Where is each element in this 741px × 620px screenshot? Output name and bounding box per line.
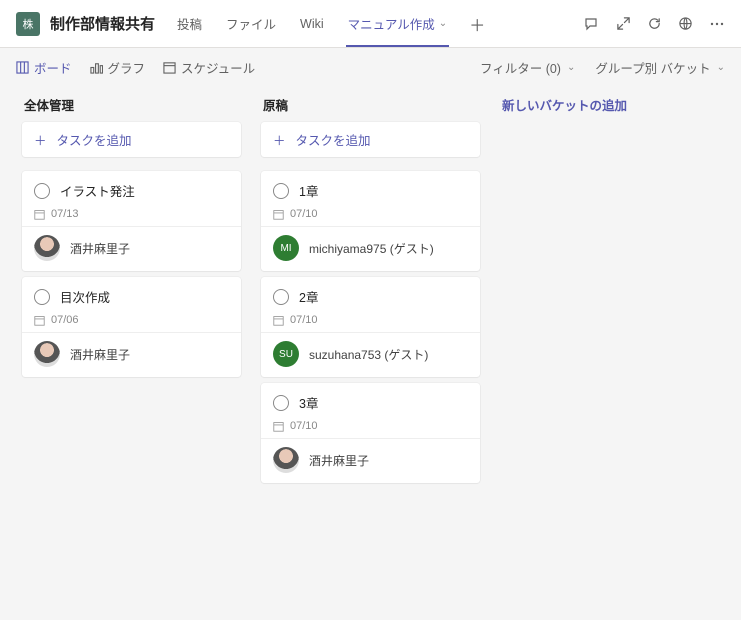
avatar: MI bbox=[273, 235, 299, 261]
view-label: グラフ bbox=[108, 58, 146, 77]
chevron-down-icon: ⌄ bbox=[717, 62, 725, 73]
assignee-name: suzuhana753 (ゲスト) bbox=[309, 346, 428, 363]
avatar bbox=[34, 235, 60, 261]
task-date: 07/10 bbox=[290, 314, 318, 326]
task-card[interactable]: 目次作成 07/06 酒井麻里子 bbox=[22, 277, 241, 377]
task-date: 07/10 bbox=[290, 420, 318, 432]
complete-circle[interactable] bbox=[273, 289, 289, 305]
task-date: 07/10 bbox=[290, 208, 318, 220]
task-title: 2章 bbox=[299, 287, 318, 306]
avatar: SU bbox=[273, 341, 299, 367]
team-avatar: 株 bbox=[16, 12, 40, 36]
group-label: グループ別 バケット bbox=[595, 58, 710, 77]
assignee-name: 酒井麻里子 bbox=[309, 452, 369, 469]
board-icon bbox=[16, 61, 29, 74]
reply-icon[interactable] bbox=[584, 16, 600, 32]
schedule-icon bbox=[163, 61, 176, 74]
calendar-icon bbox=[273, 421, 284, 432]
avatar bbox=[34, 341, 60, 367]
task-date: 07/06 bbox=[51, 314, 79, 326]
channel-header: 株 制作部情報共有 投稿 ファイル Wiki マニュアル作成 ⌄ ＋ bbox=[0, 0, 741, 48]
refresh-icon[interactable] bbox=[647, 16, 662, 31]
complete-circle[interactable] bbox=[273, 183, 289, 199]
complete-circle[interactable] bbox=[273, 395, 289, 411]
plus-icon: ＋ bbox=[34, 130, 47, 149]
assignee-name: 酒井麻里子 bbox=[70, 240, 130, 257]
assignee-name: 酒井麻里子 bbox=[70, 346, 130, 363]
task-card[interactable]: 3章 07/10 酒井麻里子 bbox=[261, 383, 480, 483]
view-schedule-button[interactable]: スケジュール bbox=[163, 58, 255, 77]
add-task-label: タスクを追加 bbox=[296, 130, 371, 149]
board: 全体管理 ＋ タスクを追加 イラスト発注 07/13 酒井麻里子 目次作成 bbox=[0, 81, 741, 499]
filter-dropdown[interactable]: フィルター (0) ⌄ bbox=[480, 58, 575, 77]
tab-planner[interactable]: マニュアル作成 ⌄ bbox=[346, 0, 450, 47]
task-card[interactable]: 2章 07/10 SU suzuhana753 (ゲスト) bbox=[261, 277, 480, 377]
task-card[interactable]: 1章 07/10 MI michiyama975 (ゲスト) bbox=[261, 171, 480, 271]
bucket-column: 原稿 ＋ タスクを追加 1章 07/10 MI michiyama975 (ゲス… bbox=[261, 91, 480, 489]
tab-wiki[interactable]: Wiki bbox=[298, 3, 326, 45]
task-title: 目次作成 bbox=[60, 287, 110, 306]
avatar bbox=[273, 447, 299, 473]
calendar-icon bbox=[34, 209, 45, 220]
view-label: スケジュール bbox=[181, 58, 255, 77]
task-card[interactable]: イラスト発注 07/13 酒井麻里子 bbox=[22, 171, 241, 271]
expand-icon[interactable] bbox=[616, 16, 631, 31]
view-chart-button[interactable]: グラフ bbox=[90, 58, 146, 77]
tab-files[interactable]: ファイル bbox=[224, 0, 278, 47]
chevron-down-icon: ⌄ bbox=[567, 62, 575, 73]
add-bucket-column: 新しいバケットの追加 bbox=[500, 91, 719, 122]
filter-label: フィルター (0) bbox=[480, 58, 561, 77]
header-actions bbox=[584, 16, 725, 32]
group-dropdown[interactable]: グループ別 バケット ⌄ bbox=[595, 58, 725, 77]
assignee-name: michiyama975 (ゲスト) bbox=[309, 240, 434, 257]
add-task-label: タスクを追加 bbox=[57, 130, 132, 149]
tab-label: マニュアル作成 bbox=[348, 14, 435, 33]
more-icon[interactable] bbox=[709, 16, 725, 32]
calendar-icon bbox=[273, 315, 284, 326]
task-title: イラスト発注 bbox=[60, 181, 135, 200]
bucket-title[interactable]: 原稿 bbox=[261, 91, 480, 122]
view-board-button[interactable]: ボード bbox=[16, 58, 72, 77]
team-title: 制作部情報共有 bbox=[50, 13, 155, 34]
task-date: 07/13 bbox=[51, 208, 79, 220]
chevron-down-icon[interactable]: ⌄ bbox=[439, 18, 447, 29]
chart-icon bbox=[90, 61, 103, 74]
planner-toolbar: ボード グラフ スケジュール フィルター (0) ⌄ グループ別 バケット ⌄ bbox=[0, 48, 741, 81]
globe-icon[interactable] bbox=[678, 16, 693, 31]
complete-circle[interactable] bbox=[34, 183, 50, 199]
bucket-title[interactable]: 全体管理 bbox=[22, 91, 241, 122]
complete-circle[interactable] bbox=[34, 289, 50, 305]
channel-tabs: 投稿 ファイル Wiki マニュアル作成 ⌄ ＋ bbox=[175, 0, 584, 47]
bucket-column: 全体管理 ＋ タスクを追加 イラスト発注 07/13 酒井麻里子 目次作成 bbox=[22, 91, 241, 383]
add-tab-button[interactable]: ＋ bbox=[469, 12, 485, 36]
add-task-button[interactable]: ＋ タスクを追加 bbox=[261, 122, 480, 157]
task-title: 3章 bbox=[299, 393, 318, 412]
calendar-icon bbox=[34, 315, 45, 326]
calendar-icon bbox=[273, 209, 284, 220]
view-label: ボード bbox=[34, 58, 72, 77]
task-title: 1章 bbox=[299, 181, 318, 200]
tab-posts[interactable]: 投稿 bbox=[175, 0, 204, 47]
add-bucket-button[interactable]: 新しいバケットの追加 bbox=[500, 91, 719, 122]
plus-icon: ＋ bbox=[273, 130, 286, 149]
add-task-button[interactable]: ＋ タスクを追加 bbox=[22, 122, 241, 157]
